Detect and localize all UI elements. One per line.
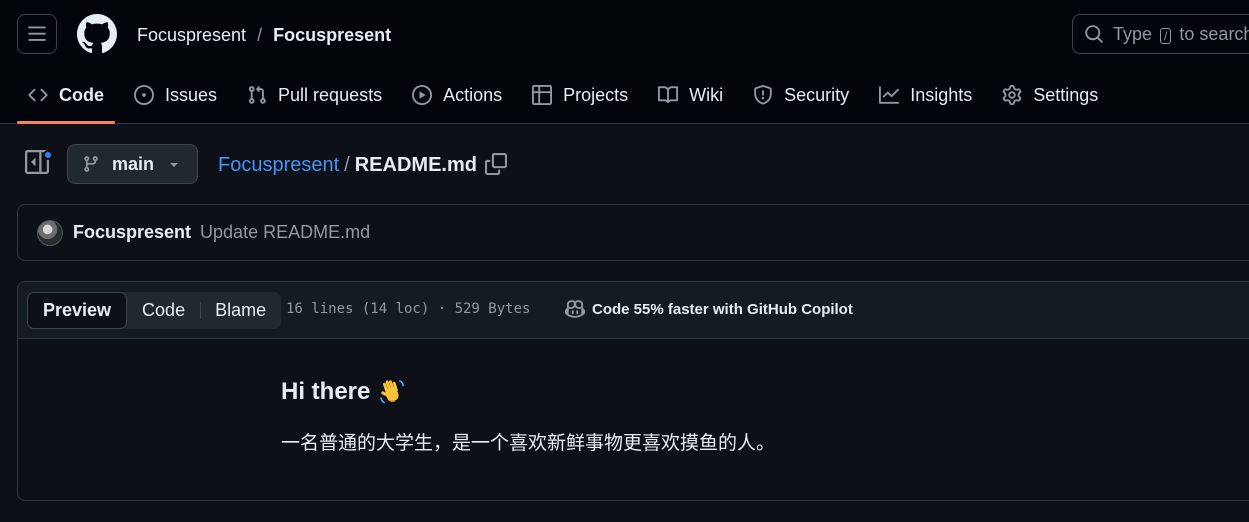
search-placeholder-before: Type [1113, 23, 1153, 44]
owner-link[interactable]: Focuspresent [137, 25, 246, 46]
readme-paragraph: 一名普通的大学生，是一个喜欢新鲜事物更喜欢摸鱼的人。 [281, 432, 776, 454]
breadcrumb: Focuspresent / README.md [218, 152, 477, 178]
code-button[interactable]: Code [127, 292, 200, 329]
copilot-promo-text: Code 55% faster with GitHub Copilot [592, 300, 853, 318]
tab-label: Projects [563, 84, 629, 105]
tab-projects[interactable]: Projects [521, 76, 639, 114]
shield-icon [754, 85, 772, 105]
commit-message[interactable]: Update README.md [200, 222, 370, 243]
tab-settings[interactable]: Settings [991, 76, 1109, 114]
readme-heading-text: Hi there [281, 378, 371, 405]
tab-security[interactable]: Security [742, 76, 860, 114]
git-branch-icon [84, 156, 98, 172]
commit-author[interactable]: Focuspresent [73, 222, 191, 243]
play-icon [412, 85, 433, 105]
triangle-down-icon [170, 163, 178, 167]
tab-label: Issues [165, 84, 218, 105]
file-toolbar: Preview Code Blame 16 lines (14 loc) · 5… [18, 282, 1249, 339]
tab-actions[interactable]: Actions [401, 76, 513, 114]
breadcrumb-filename: README.md [354, 153, 477, 176]
table-icon [532, 85, 553, 105]
context-separator: / [257, 24, 263, 45]
tab-label: Settings [1033, 84, 1099, 105]
copilot-promo-link[interactable]: Code 55% faster with GitHub Copilot [565, 299, 853, 319]
breadcrumb-separator: / [344, 153, 350, 176]
readme-content: Hi there 一名普通的大学生，是一个喜欢新鲜事物更喜欢摸鱼的人。 [281, 378, 775, 455]
gear-icon [1002, 85, 1022, 105]
book-icon [658, 86, 679, 104]
notification-dot [43, 150, 53, 160]
branch-selector-button[interactable]: main [67, 144, 198, 184]
avatar[interactable] [37, 219, 63, 246]
repo-context: Focuspresent / Focuspresent [137, 23, 391, 47]
waving-hand-emoji [378, 378, 406, 406]
search-icon [1085, 25, 1103, 43]
tab-label: Actions [443, 84, 503, 105]
blame-button[interactable]: Blame [200, 292, 281, 329]
file-viewer: Preview Code Blame 16 lines (14 loc) · 5… [17, 281, 1249, 501]
view-mode-segmented-control: Preview Code Blame [27, 292, 282, 329]
tab-label: Pull requests [278, 84, 383, 105]
hamburger-icon [28, 26, 46, 41]
tab-insights[interactable]: Insights [868, 76, 983, 114]
latest-commit-box: Focuspresent Update README.md [17, 204, 1249, 261]
file-tree-toggle-button[interactable] [25, 150, 53, 178]
github-logo-icon[interactable] [77, 14, 117, 54]
git-pull-request-icon [248, 85, 266, 104]
readme-heading: Hi there [281, 378, 775, 406]
tab-label: Insights [910, 84, 973, 105]
global-header: Focuspresent / Focuspresent Type / to se… [0, 0, 1249, 124]
tab-label: Code [59, 84, 104, 105]
tab-label: Security [784, 84, 850, 105]
graph-icon [879, 86, 900, 104]
repo-nav: Code Issues Pull requests Actions Projec… [17, 76, 1117, 124]
tab-issues[interactable]: Issues [123, 76, 228, 114]
issue-opened-icon [134, 85, 154, 105]
branch-name: main [112, 153, 155, 174]
tab-pull-requests[interactable]: Pull requests [236, 76, 393, 114]
tab-wiki[interactable]: Wiki [647, 76, 734, 114]
breadcrumb-repo-link[interactable]: Focuspresent [218, 154, 339, 177]
code-icon [28, 88, 48, 102]
copy-path-button[interactable] [485, 153, 509, 177]
search-placeholder-after: to search [1179, 23, 1249, 44]
preview-button[interactable]: Preview [27, 292, 128, 329]
tab-label: Wiki [689, 84, 724, 105]
file-info: 16 lines (14 loc) · 529 Bytes [286, 301, 531, 317]
copy-icon [485, 153, 507, 175]
search-input[interactable]: Type / to search [1072, 14, 1249, 54]
copilot-icon [565, 300, 585, 318]
menu-button[interactable] [17, 14, 57, 54]
tab-code[interactable]: Code [17, 76, 115, 124]
search-shortcut-key: / [1160, 27, 1172, 44]
repo-link[interactable]: Focuspresent [273, 25, 391, 46]
